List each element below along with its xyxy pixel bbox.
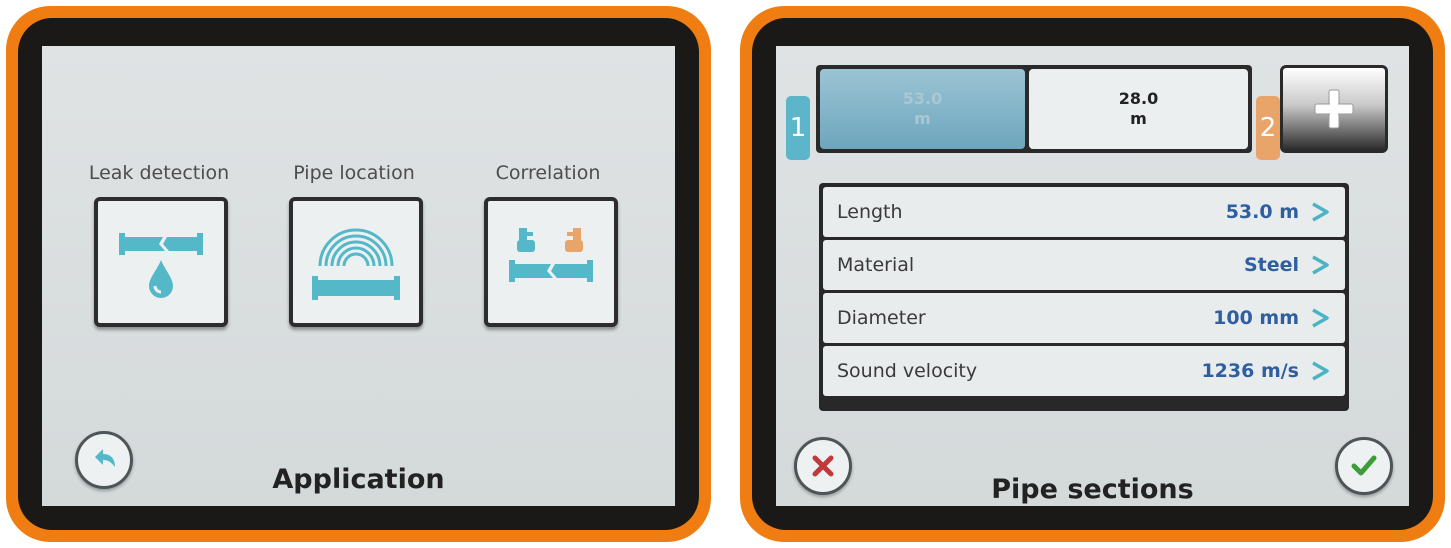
- sensor-1-marker: 1: [786, 96, 810, 160]
- device-bezel: 1 53.0 m 28.0 m 2 Length 53.0 m Material…: [752, 18, 1433, 530]
- chevron-right-icon: [1309, 201, 1331, 223]
- device-frame-application: Leak detection Pipe location Correlation: [6, 6, 711, 542]
- pipe-sections-screen: 1 53.0 m 28.0 m 2 Length 53.0 m Material…: [776, 46, 1409, 506]
- chevron-right-icon: [1309, 254, 1331, 276]
- segment-2-unit: m: [1130, 109, 1147, 128]
- length-value: 53.0 m: [1225, 201, 1299, 223]
- diameter-label: Diameter: [837, 307, 926, 329]
- sound-velocity-value: 1236 m/s: [1201, 360, 1299, 382]
- pipe-location-label: Pipe location: [293, 162, 415, 184]
- add-section-button[interactable]: [1280, 65, 1388, 153]
- material-row[interactable]: Material Steel: [823, 240, 1345, 290]
- chevron-right-icon: [1309, 360, 1331, 382]
- leak-detection-icon: [119, 233, 203, 298]
- pipe-segment-bar: 53.0 m 28.0 m: [816, 65, 1252, 153]
- leak-detection-label: Leak detection: [88, 162, 230, 184]
- sound-velocity-row[interactable]: Sound velocity 1236 m/s: [823, 346, 1345, 396]
- screen-title-pipe-sections: Pipe sections: [991, 474, 1194, 505]
- material-label: Material: [837, 254, 915, 276]
- segment-1-length: 53.0: [902, 89, 943, 108]
- correlation-label: Correlation: [495, 162, 601, 184]
- screen-title-application: Application: [272, 464, 445, 495]
- correlation-button[interactable]: [484, 197, 618, 327]
- diameter-value: 100 mm: [1213, 307, 1299, 329]
- pipe-segment-1[interactable]: 53.0 m: [820, 69, 1025, 149]
- sound-velocity-label: Sound velocity: [837, 360, 978, 382]
- pipe-location-icon: [312, 228, 400, 300]
- length-label: Length: [837, 201, 903, 223]
- sensor-2-marker: 2: [1256, 96, 1280, 160]
- segment-2-length: 28.0: [1118, 89, 1159, 108]
- correlation-icon: [509, 228, 593, 282]
- parameter-list: Length 53.0 m Material Steel Diameter 10…: [819, 183, 1349, 411]
- chevron-right-icon: [1309, 307, 1331, 329]
- plus-icon: [1314, 89, 1354, 129]
- device-bezel: Leak detection Pipe location Correlation: [18, 18, 699, 530]
- pipe-segment-2[interactable]: 28.0 m: [1029, 69, 1248, 149]
- length-row[interactable]: Length 53.0 m: [823, 187, 1345, 237]
- leak-detection-button[interactable]: [94, 197, 228, 327]
- pipe-location-button[interactable]: [289, 197, 423, 327]
- material-value: Steel: [1243, 254, 1299, 276]
- device-frame-pipe-sections: 1 53.0 m 28.0 m 2 Length 53.0 m Material…: [740, 6, 1445, 542]
- segment-1-unit: m: [914, 109, 931, 128]
- application-screen: Leak detection Pipe location Correlation: [42, 46, 675, 506]
- diameter-row[interactable]: Diameter 100 mm: [823, 293, 1345, 343]
